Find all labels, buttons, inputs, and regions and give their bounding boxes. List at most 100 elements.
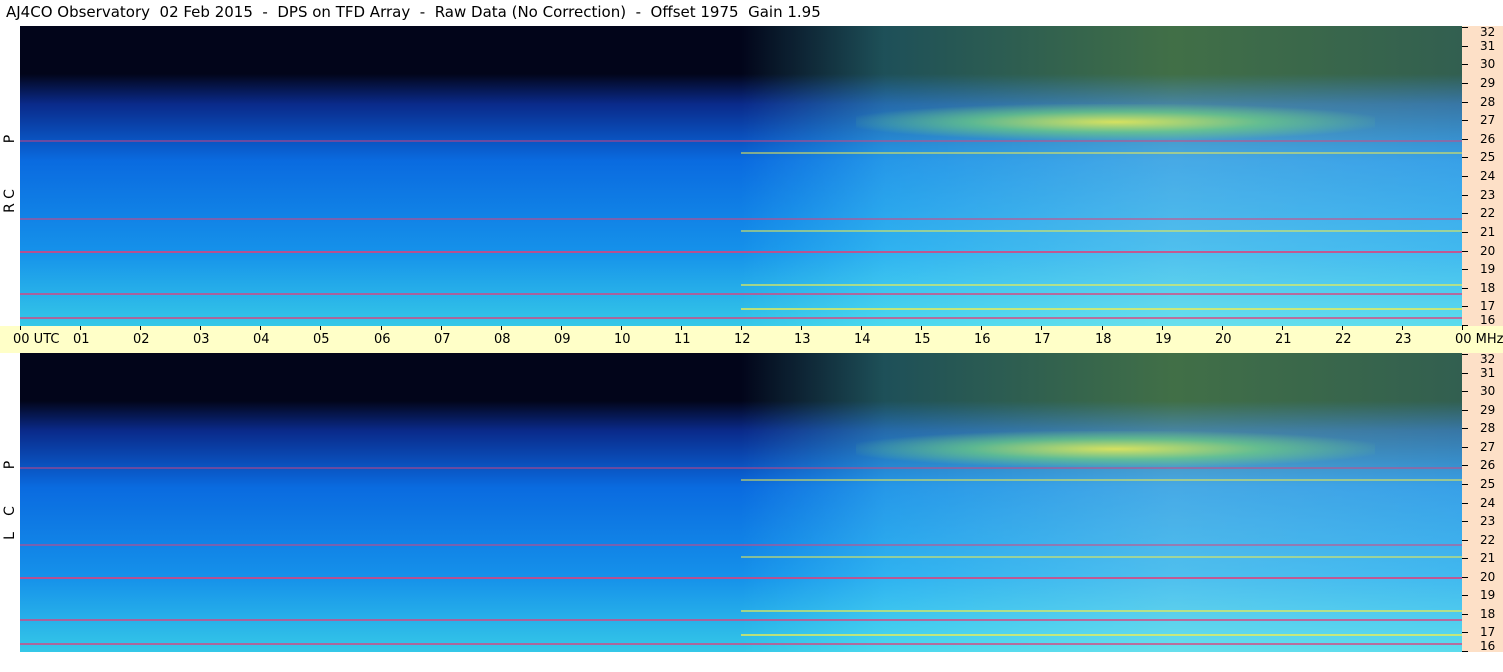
- time-tick: [921, 326, 922, 330]
- freq-label: 29: [1480, 403, 1496, 417]
- freq-label: 16: [1480, 313, 1496, 327]
- freq-tick: [1462, 102, 1468, 103]
- interference-line: [20, 544, 1462, 546]
- time-tick: [140, 326, 141, 330]
- freq-label: 26: [1480, 132, 1496, 146]
- freq-tick: [1462, 595, 1468, 596]
- interference-line: [20, 251, 1462, 253]
- freq-tick: [1462, 232, 1468, 233]
- time-label: 00 UTC: [13, 332, 60, 347]
- freq-label: 28: [1480, 95, 1496, 109]
- lcp-letter-2: C: [2, 506, 18, 516]
- time-tick: [801, 326, 802, 330]
- time-tick: [1342, 326, 1343, 330]
- time-tick: [681, 326, 682, 330]
- time-tick: [861, 326, 862, 330]
- time-tick: [1041, 326, 1042, 330]
- time-label: 18: [1095, 332, 1112, 347]
- lcp-letter-3: L: [2, 532, 18, 540]
- freq-tick: [1462, 558, 1468, 559]
- time-label: 09: [554, 332, 571, 347]
- interference-line: [20, 577, 1462, 579]
- chart-title: AJ4CO Observatory 02 Feb 2015 - DPS on T…: [6, 3, 821, 21]
- time-label: 15: [914, 332, 931, 347]
- time-label: 01: [73, 332, 90, 347]
- freq-label: 25: [1480, 150, 1496, 164]
- interference-line: [741, 152, 1462, 154]
- time-tick: [441, 326, 442, 330]
- freq-tick: [1462, 540, 1468, 541]
- time-tick: [1102, 326, 1103, 330]
- time-tick: [320, 326, 321, 330]
- freq-label: 19: [1480, 262, 1496, 276]
- freq-label: 26: [1480, 458, 1496, 472]
- freq-tick: [1462, 269, 1468, 270]
- interference-line: [741, 308, 1462, 310]
- freq-label: 17: [1480, 625, 1496, 639]
- freq-tick: [1462, 614, 1468, 615]
- rcp-letter-1: P: [2, 134, 18, 144]
- freq-label: 30: [1480, 384, 1496, 398]
- freq-tick: [1462, 176, 1468, 177]
- freq-tick: [1462, 503, 1468, 504]
- time-tick: [20, 326, 21, 330]
- freq-tick: [1462, 251, 1468, 252]
- time-label: 23: [1395, 332, 1412, 347]
- interference-line: [20, 293, 1462, 295]
- freq-label: 18: [1480, 281, 1496, 295]
- time-axis: 00 UTC 01 02 03 04 05 06 07 08 09 10 11 12 13 14 15 16 17…: [0, 326, 1503, 353]
- interference-line: [741, 230, 1462, 232]
- freq-label: 23: [1480, 188, 1496, 202]
- freq-label: 16: [1480, 639, 1496, 653]
- time-tick: [80, 326, 81, 330]
- time-tick: [621, 326, 622, 330]
- time-label: 12: [734, 332, 751, 347]
- freq-tick: [1462, 139, 1468, 140]
- freq-tick: [1462, 306, 1468, 307]
- freq-tick: [1462, 410, 1468, 411]
- freq-label: 23: [1480, 514, 1496, 528]
- lcp-spectrogram: [20, 353, 1462, 652]
- freq-label: 22: [1480, 206, 1496, 220]
- time-label: 06: [374, 332, 391, 347]
- freq-tick: [1462, 157, 1468, 158]
- freq-tick: [1462, 288, 1468, 289]
- interference-line: [20, 467, 1462, 469]
- time-tick: [741, 326, 742, 330]
- interference-line: [741, 479, 1462, 481]
- lcp-frequency-axis: 32 31 30 29 28 27 26 25 24 23 22 21 20 19 18 17 16: [1462, 353, 1503, 652]
- freq-label: 28: [1480, 421, 1496, 435]
- time-label: 02: [133, 332, 150, 347]
- freq-label: 30: [1480, 57, 1496, 71]
- freq-tick: [1462, 373, 1468, 374]
- interference-line: [741, 284, 1462, 286]
- freq-label: 20: [1480, 570, 1496, 584]
- time-label: 10: [614, 332, 631, 347]
- freq-tick: [1462, 195, 1468, 196]
- time-tick: [200, 326, 201, 330]
- rcp-spectrogram: [20, 26, 1462, 326]
- time-label: 17: [1034, 332, 1051, 347]
- interference-line: [20, 619, 1462, 621]
- freq-tick: [1462, 64, 1468, 65]
- freq-tick: [1462, 391, 1468, 392]
- time-label: 21: [1275, 332, 1292, 347]
- time-tick: [381, 326, 382, 330]
- time-label: 13: [794, 332, 811, 347]
- freq-tick: [1462, 465, 1468, 466]
- freq-tick: [1462, 428, 1468, 429]
- time-tick: [1462, 326, 1463, 330]
- time-label: 14: [854, 332, 871, 347]
- freq-tick: [1462, 447, 1468, 448]
- time-label: 03: [193, 332, 210, 347]
- freq-tick: [1462, 577, 1468, 578]
- freq-label: 21: [1480, 225, 1496, 239]
- time-label: 07: [434, 332, 451, 347]
- interference-line: [741, 556, 1462, 558]
- time-tick: [260, 326, 261, 330]
- interference-line: [20, 218, 1462, 220]
- time-label: 05: [313, 332, 330, 347]
- time-label: 19: [1155, 332, 1172, 347]
- freq-label: 27: [1480, 440, 1496, 454]
- freq-label: 21: [1480, 551, 1496, 565]
